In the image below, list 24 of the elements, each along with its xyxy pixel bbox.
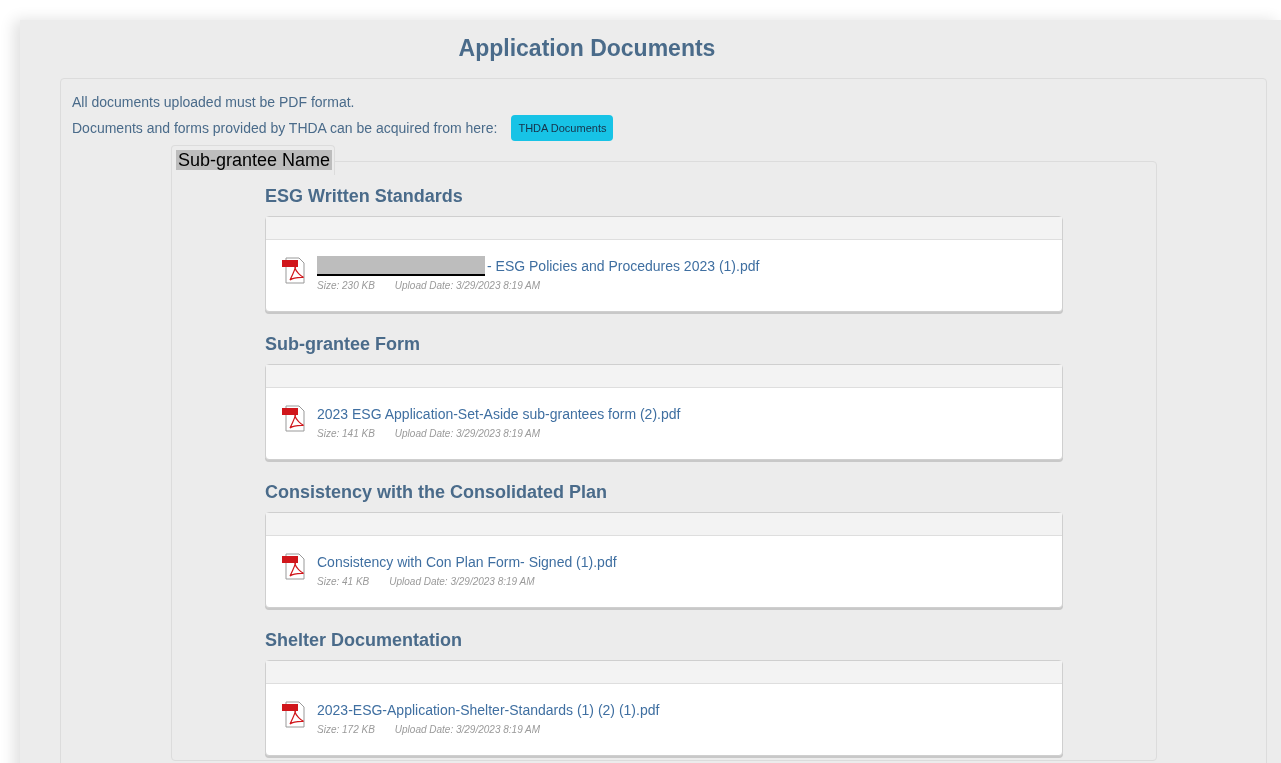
file-link[interactable]: 2023 ESG Application-Set-Aside sub-grantees form (2).pdf (317, 403, 681, 425)
file-meta: Size: 141 KB (317, 427, 375, 441)
file-link[interactable]: Consistency with Con Plan Form- Signed (1).pdf (317, 551, 617, 573)
pdf-file-icon (281, 700, 307, 728)
note-text: Documents and forms provided by THDA can be acquired from here: (72, 118, 498, 138)
file-meta: Upload Date: 3/29/2023 8:19 AM (394, 427, 541, 441)
file-meta: Upload Date: 3/29/2023 8:19 AM (394, 279, 541, 293)
section-heading: Consistency with the Consolidated Plan (265, 481, 609, 504)
file-meta: Size: 41 KB (317, 575, 370, 589)
section-heading: Sub-grantee Form (265, 333, 421, 356)
file-link[interactable]: 2023-ESG-Application-Shelter-Standards (1) (2) (1).pdf (317, 699, 660, 721)
file-meta: Upload Date: 3/29/2023 8:19 AM (394, 723, 541, 737)
file-meta: Size: 230 KB (317, 279, 375, 293)
note-text: All documents uploaded must be PDF format. (72, 92, 355, 112)
page-title: Application Documents (457, 34, 717, 63)
pdf-file-icon (281, 256, 307, 284)
section-heading: Shelter Documentation (265, 629, 464, 652)
file-meta: Upload Date: 3/29/2023 8:19 AM (389, 575, 535, 589)
pdf-file-icon (281, 552, 307, 580)
file-link[interactable]: - ESG Policies and Procedures 2023 (1).pdf (487, 255, 760, 277)
section-heading: ESG Written Standards (265, 185, 464, 208)
pdf-file-icon (281, 404, 307, 432)
file-meta: Size: 172 KB (317, 723, 375, 737)
thda-documents-button[interactable]: THDA Documents (511, 115, 614, 141)
